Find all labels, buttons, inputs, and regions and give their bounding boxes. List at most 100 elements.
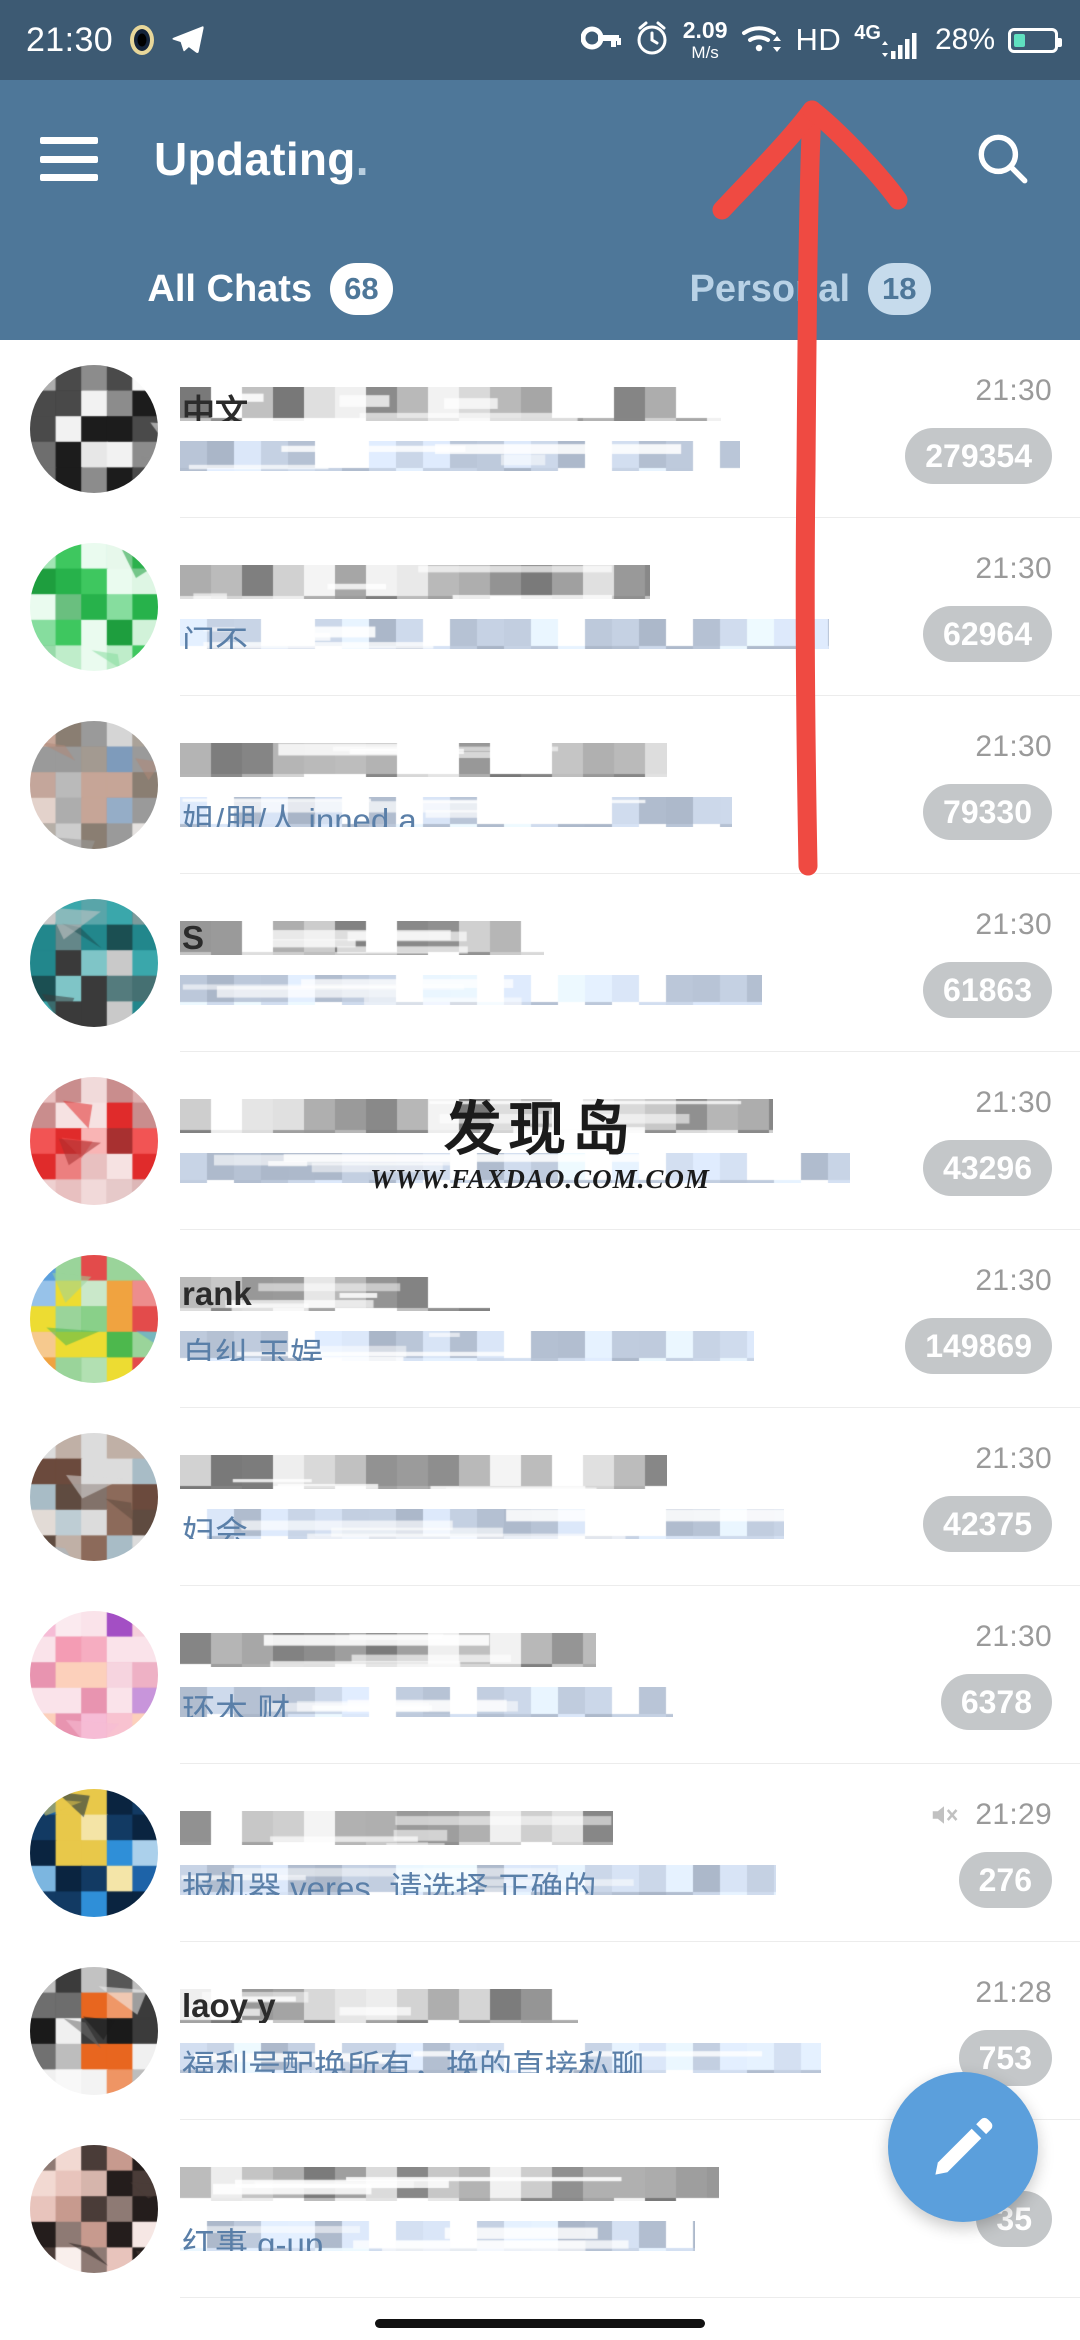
chat-timestamp: 21:29 — [975, 1798, 1052, 1831]
chat-avatar[interactable] — [30, 1255, 158, 1383]
chat-list-item[interactable]: 报机器 veres, 请选择 正确的… 21:29 276 — [0, 1764, 1080, 1942]
compose-fab-button[interactable] — [888, 2072, 1038, 2222]
chat-avatar[interactable] — [30, 2145, 158, 2273]
hamburger-menu-icon[interactable] — [40, 137, 98, 181]
chat-title-redacted — [180, 565, 850, 599]
unread-count-badge: 149869 — [905, 1318, 1052, 1374]
chat-text-block: 红事 g-up — [180, 2167, 866, 2251]
chat-meta: 21:30 149869 — [866, 1264, 1052, 1374]
chat-preview-redacted: 姐/朋/人 inned a... — [180, 797, 850, 827]
chat-meta: 21:29 276 — [866, 1798, 1052, 1908]
chat-text-block: 门不 — [180, 565, 866, 649]
chat-list-item[interactable]: 环木 财… 21:30 6378 — [0, 1586, 1080, 1764]
chat-list-item[interactable]: 妇会 21:30 42375 — [0, 1408, 1080, 1586]
chat-list[interactable]: 中文 21:30 279354 门不 21:30 62964 姐/朋/人 inned a..… — [0, 340, 1080, 2340]
page-title-text: Updating — [154, 133, 356, 185]
battery-percent-label: 28% — [934, 23, 995, 56]
chat-text-block: 报机器 veres, 请选择 正确的… — [180, 1811, 866, 1895]
unread-count-badge: 279354 — [905, 428, 1052, 484]
unread-count-badge: 276 — [958, 1852, 1052, 1908]
chat-text-block — [180, 1099, 866, 1183]
chat-meta-top: 21:30 — [975, 908, 1052, 942]
chat-title-redacted — [180, 1633, 850, 1667]
unread-count-badge: 62964 — [923, 606, 1052, 662]
tab-personal-badge: 18 — [868, 263, 931, 315]
tab-all-chats-badge: 68 — [330, 263, 393, 315]
chat-timestamp: 21:30 — [975, 374, 1052, 407]
chat-timestamp: 21:30 — [975, 1086, 1052, 1119]
chat-timestamp: 21:30 — [975, 1620, 1052, 1653]
hd-icon: HD — [795, 22, 842, 57]
unread-count-badge: 6378 — [940, 1674, 1052, 1730]
wifi-icon — [740, 22, 782, 59]
network-speed-unit: M/s — [691, 43, 719, 62]
chat-meta: 21:30 43296 — [866, 1086, 1052, 1196]
chat-title-redacted — [180, 743, 850, 777]
chat-list-item[interactable]: 中文 21:30 279354 — [0, 340, 1080, 518]
chat-list-item[interactable]: 姐/朋/人 inned a... 21:30 79330 — [0, 696, 1080, 874]
chat-meta-top: 21:30 — [975, 1442, 1052, 1476]
chat-preview-redacted: 福利号配换所有，换的直接私聊… — [180, 2043, 850, 2073]
chat-preview-redacted: 门不 — [180, 619, 850, 649]
chat-avatar[interactable] — [30, 543, 158, 671]
chat-avatar[interactable] — [30, 721, 158, 849]
tab-personal[interactable]: Personal 18 — [540, 238, 1080, 340]
chat-text-block: 妇会 — [180, 1455, 866, 1539]
chat-timestamp: 21:30 — [975, 908, 1052, 941]
unread-count-badge: 79330 — [923, 784, 1052, 840]
battery-fill — [1014, 33, 1025, 47]
gesture-pill[interactable] — [375, 2318, 705, 2328]
chat-title-redacted — [180, 1811, 850, 1845]
chat-avatar[interactable] — [30, 899, 158, 1027]
chat-text-block: rank 自纠 玉娱… — [180, 1277, 866, 1361]
pencil-compose-icon — [935, 2117, 993, 2175]
chat-meta-top: 21:28 — [975, 1976, 1052, 2010]
telegram-plane-icon — [171, 23, 205, 57]
chat-avatar[interactable] — [30, 1433, 158, 1561]
unread-count-badge: 61863 — [923, 962, 1052, 1018]
search-icon[interactable] — [968, 124, 1038, 194]
status-bar-clock: 21:30 — [26, 21, 114, 59]
chat-title-redacted: 中文 — [180, 387, 850, 421]
unread-count-badge: 42375 — [923, 1496, 1052, 1552]
chat-filter-tabs: All Chats 68 Personal 18 — [0, 238, 1080, 340]
chat-title-redacted: S — [180, 921, 850, 955]
chat-list-item[interactable]: rank 自纠 玉娱… 21:30 149869 — [0, 1230, 1080, 1408]
chat-avatar[interactable] — [30, 1611, 158, 1739]
chat-meta: 21:30 61863 — [866, 908, 1052, 1018]
chat-meta-top: 21:30 — [975, 552, 1052, 586]
chat-preview-redacted: 报机器 veres, 请选择 正确的… — [180, 1865, 850, 1895]
status-bar: 21:30 2.09 M/s HD 4G 28% — [0, 0, 1080, 80]
unread-count-badge: 43296 — [923, 1140, 1052, 1196]
chat-title-redacted: rank — [180, 1277, 850, 1311]
chat-meta-top: 21:30 — [975, 374, 1052, 408]
chat-list-item[interactable]: 21:30 43296 — [0, 1052, 1080, 1230]
tab-all-chats-label: All Chats — [147, 267, 313, 310]
chat-avatar[interactable] — [30, 1789, 158, 1917]
chat-list-item[interactable]: S 21:30 61863 — [0, 874, 1080, 1052]
chat-avatar[interactable] — [30, 1077, 158, 1205]
alarm-clock-icon — [634, 20, 670, 61]
chat-preview-redacted: 红事 g-up — [180, 2221, 850, 2251]
chat-avatar[interactable] — [30, 365, 158, 493]
mobile-network-label: 4G — [854, 21, 881, 44]
chat-preview-redacted: 自纠 玉娱… — [180, 1331, 850, 1361]
chat-meta: 21:30 79330 — [866, 730, 1052, 840]
tab-personal-label: Personal — [689, 267, 851, 310]
tab-all-chats[interactable]: All Chats 68 — [0, 238, 540, 340]
chat-text-block: 中文 — [180, 387, 866, 471]
chat-meta-top: 21:30 — [975, 1620, 1052, 1654]
chat-avatar[interactable] — [30, 1967, 158, 2095]
chat-list-item[interactable]: 门不 21:30 62964 — [0, 518, 1080, 696]
chat-title-redacted — [180, 1455, 850, 1489]
chat-title-redacted: laoy y — [180, 1989, 850, 2023]
chat-meta: 21:30 62964 — [866, 552, 1052, 662]
chat-timestamp: 21:30 — [975, 730, 1052, 763]
chat-meta-top: 21:30 — [975, 730, 1052, 764]
signal-4g-icon: 4G — [854, 22, 922, 59]
network-speed-indicator: 2.09 M/s — [683, 19, 728, 62]
phone-screen: 21:30 2.09 M/s HD 4G 28% Updating . All … — [0, 0, 1080, 2340]
app-bar: Updating. — [0, 80, 1080, 238]
chat-title-redacted — [180, 1099, 850, 1133]
chat-timestamp: 21:28 — [975, 1976, 1052, 2009]
